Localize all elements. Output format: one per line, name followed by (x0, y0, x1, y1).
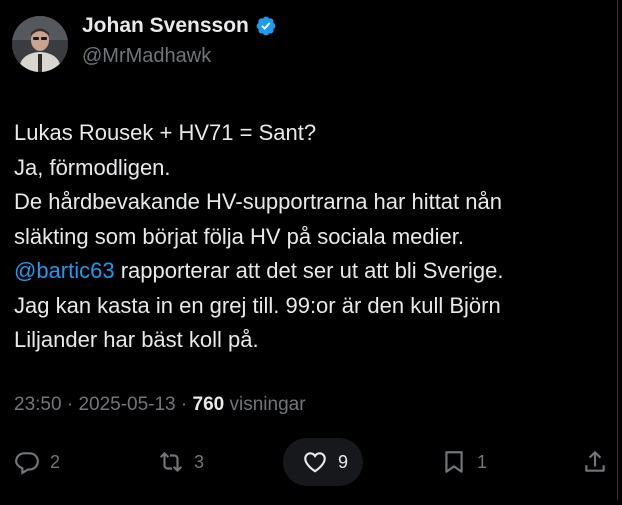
meta-separator: · (175, 394, 193, 415)
tweet-line: Jag kan kasta in en grej till. 99:or är … (14, 292, 501, 318)
bookmark-button[interactable]: 1 (441, 434, 487, 490)
views-count: 760 (192, 394, 225, 415)
tweet-line: @bartic63 rapporterar att det ser ut att… (14, 254, 614, 289)
share-icon (585, 451, 605, 472)
tweet-time[interactable]: 23:50 (14, 394, 62, 415)
scrollbar-track (617, 0, 618, 500)
avatar-image (12, 16, 68, 72)
author-display-name[interactable]: Johan Svensson (82, 14, 249, 38)
meta-separator: · (61, 394, 79, 415)
avatar[interactable] (12, 16, 68, 72)
tweet-date[interactable]: 2025-05-13 (78, 394, 175, 415)
like-icon (304, 452, 326, 473)
repost-icon (159, 452, 183, 472)
bookmark-icon (445, 451, 463, 473)
author-name-row[interactable]: Johan Svensson (82, 14, 277, 38)
tweet-line-text: rapporterar att det ser ut att bli Sveri… (114, 258, 504, 283)
mention-link[interactable]: @bartic63 (14, 258, 115, 283)
scrollbar[interactable] (615, 0, 620, 500)
author-handle[interactable]: @MrMadhawk (82, 45, 211, 68)
share-button[interactable] (582, 434, 608, 490)
action-bar: 2 3 9 1 (0, 434, 622, 490)
repost-button[interactable]: 3 (158, 434, 204, 490)
tweet-text: Lukas Rousek + HV71 = Sant? Ja, förmodli… (14, 116, 614, 358)
reply-count: 2 (50, 451, 61, 472)
tweet-meta: 23:50 · 2025-05-13 · 760 visningar (14, 394, 306, 416)
tweet-line: Ja, förmodligen. (14, 154, 171, 180)
like-button[interactable]: 9 (302, 434, 348, 490)
tweet-line: Lukas Rousek + HV71 = Sant? (14, 120, 317, 145)
tweet-line: Liljander har bäst koll på. (14, 327, 259, 352)
views-label: visningar (224, 394, 306, 415)
tweet-line: De hårdbevakande HV-supportrarna har hit… (14, 189, 502, 214)
repost-count: 3 (194, 451, 205, 472)
tweet-line: släkting som börjat följa HV på sociala … (14, 223, 464, 249)
bookmark-count: 1 (477, 451, 488, 472)
like-count: 9 (338, 451, 349, 472)
verified-badge-icon (256, 16, 276, 36)
reply-button[interactable]: 2 (14, 434, 60, 490)
reply-icon (15, 452, 39, 475)
